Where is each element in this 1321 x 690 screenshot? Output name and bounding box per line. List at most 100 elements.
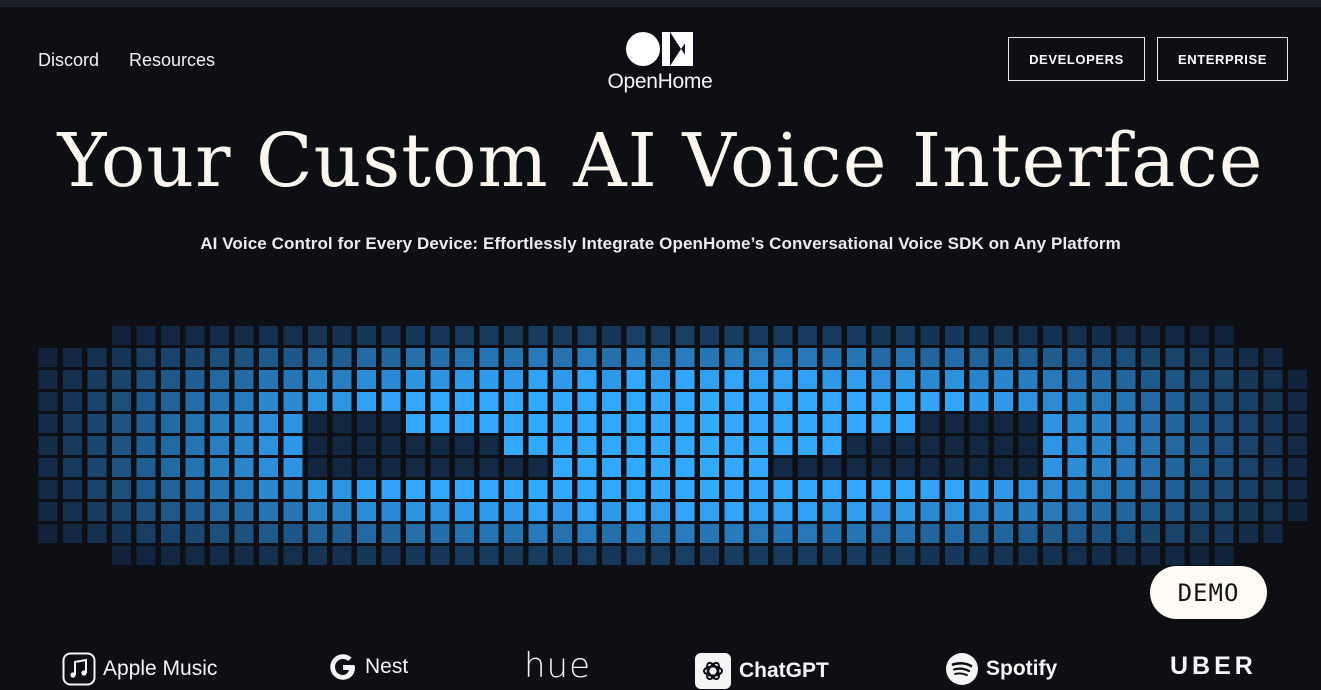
equalizer-cell bbox=[945, 370, 964, 389]
equalizer-cell bbox=[1141, 524, 1160, 543]
equalizer-cell bbox=[1288, 436, 1307, 455]
equalizer-cell bbox=[161, 414, 180, 433]
nav-link-discord[interactable]: Discord bbox=[38, 50, 99, 71]
equalizer-cell bbox=[234, 436, 254, 455]
equalizer-cell bbox=[675, 348, 695, 367]
equalizer-cell bbox=[675, 524, 695, 543]
equalizer-cell bbox=[87, 348, 107, 367]
equalizer-cell bbox=[602, 458, 621, 477]
equalizer-cell bbox=[308, 480, 327, 499]
equalizer-cell bbox=[87, 480, 107, 499]
equalizer-cell bbox=[700, 370, 719, 389]
equalizer-cell bbox=[1018, 348, 1038, 367]
equalizer-cell bbox=[38, 348, 58, 367]
equalizer-cell bbox=[920, 458, 940, 477]
equalizer-cell bbox=[1263, 436, 1283, 455]
equalizer-cell bbox=[1190, 392, 1209, 411]
equalizer-cell bbox=[724, 458, 744, 477]
equalizer-cell bbox=[724, 480, 744, 499]
equalizer-cell bbox=[381, 436, 401, 455]
equalizer-cell bbox=[63, 436, 82, 455]
equalizer-cell bbox=[406, 326, 425, 345]
equalizer-cell bbox=[724, 502, 744, 521]
equalizer-cell bbox=[1288, 502, 1307, 521]
partner-name: Apple Music bbox=[103, 657, 218, 680]
equalizer-cell bbox=[675, 436, 695, 455]
partner-uber: UBER bbox=[1170, 652, 1257, 681]
equalizer-cell bbox=[896, 326, 915, 345]
equalizer-cell bbox=[528, 414, 548, 433]
equalizer-cell bbox=[455, 436, 474, 455]
equalizer-cell bbox=[308, 502, 327, 521]
equalizer-cell bbox=[651, 524, 670, 543]
equalizer-cell bbox=[185, 546, 205, 565]
equalizer-cell bbox=[700, 502, 719, 521]
equalizer-cell bbox=[1092, 392, 1111, 411]
equalizer-cell bbox=[455, 458, 474, 477]
equalizer-cell bbox=[332, 348, 352, 367]
equalizer-cell bbox=[185, 436, 205, 455]
equalizer-cell bbox=[798, 392, 817, 411]
equalizer-cell bbox=[1288, 370, 1307, 389]
equalizer-cell bbox=[1165, 326, 1185, 345]
equalizer-cell bbox=[871, 370, 891, 389]
equalizer-cell bbox=[822, 414, 842, 433]
equalizer-cell bbox=[651, 392, 670, 411]
enterprise-button[interactable]: ENTERPRISE bbox=[1157, 37, 1288, 81]
equalizer-cell bbox=[185, 326, 205, 345]
equalizer-cell bbox=[455, 348, 474, 367]
equalizer-cell bbox=[1092, 370, 1111, 389]
equalizer-cell bbox=[1092, 348, 1111, 367]
equalizer-cell bbox=[528, 392, 548, 411]
equalizer-cell bbox=[1018, 414, 1038, 433]
equalizer-cell bbox=[161, 370, 180, 389]
equalizer-cell bbox=[332, 480, 352, 499]
demo-button[interactable]: DEMO bbox=[1150, 566, 1267, 619]
equalizer-cell bbox=[308, 436, 327, 455]
equalizer-cell bbox=[1263, 414, 1283, 433]
equalizer-cell bbox=[700, 436, 719, 455]
equalizer-cell bbox=[847, 348, 866, 367]
equalizer-cell bbox=[1067, 502, 1087, 521]
equalizer-cell bbox=[602, 326, 621, 345]
equalizer-cell bbox=[136, 348, 156, 367]
partner-nest: Nest bbox=[328, 652, 408, 682]
equalizer-cell bbox=[749, 414, 768, 433]
equalizer-cell bbox=[675, 370, 695, 389]
equalizer-cell bbox=[112, 546, 131, 565]
equalizer-cell bbox=[87, 524, 107, 543]
equalizer-cell bbox=[1190, 436, 1209, 455]
equalizer-cell bbox=[1067, 414, 1087, 433]
equalizer-cell bbox=[1067, 480, 1087, 499]
nav-link-resources[interactable]: Resources bbox=[129, 50, 215, 71]
top-nav: Discord Resources bbox=[38, 50, 215, 71]
equalizer-cell bbox=[1067, 392, 1087, 411]
equalizer-cell bbox=[1043, 436, 1062, 455]
equalizer-cell bbox=[871, 436, 891, 455]
equalizer-cell bbox=[308, 370, 327, 389]
equalizer-cell bbox=[406, 502, 425, 521]
equalizer-cell bbox=[822, 458, 842, 477]
developers-button[interactable]: DEVELOPERS bbox=[1008, 37, 1145, 81]
equalizer-cell bbox=[1214, 348, 1234, 367]
equalizer-cell bbox=[1067, 524, 1087, 543]
equalizer-cell bbox=[112, 370, 131, 389]
equalizer-cell bbox=[1043, 480, 1062, 499]
equalizer-cell bbox=[210, 414, 229, 433]
equalizer-cell bbox=[1214, 458, 1234, 477]
equalizer-cell bbox=[185, 392, 205, 411]
equalizer-cell bbox=[357, 458, 376, 477]
equalizer-cell bbox=[1116, 436, 1136, 455]
openhome-logo[interactable]: OpenHome bbox=[600, 30, 720, 94]
equalizer-cell bbox=[406, 370, 425, 389]
equalizer-cell bbox=[504, 414, 523, 433]
equalizer-cell bbox=[700, 524, 719, 543]
equalizer-cell bbox=[161, 546, 180, 565]
equalizer-cell bbox=[185, 458, 205, 477]
equalizer-cell bbox=[112, 436, 131, 455]
equalizer-cell bbox=[308, 546, 327, 565]
equalizer-cell bbox=[1288, 392, 1307, 411]
equalizer-cell bbox=[847, 326, 866, 345]
equalizer-cell bbox=[871, 348, 891, 367]
equalizer-cell bbox=[1116, 414, 1136, 433]
